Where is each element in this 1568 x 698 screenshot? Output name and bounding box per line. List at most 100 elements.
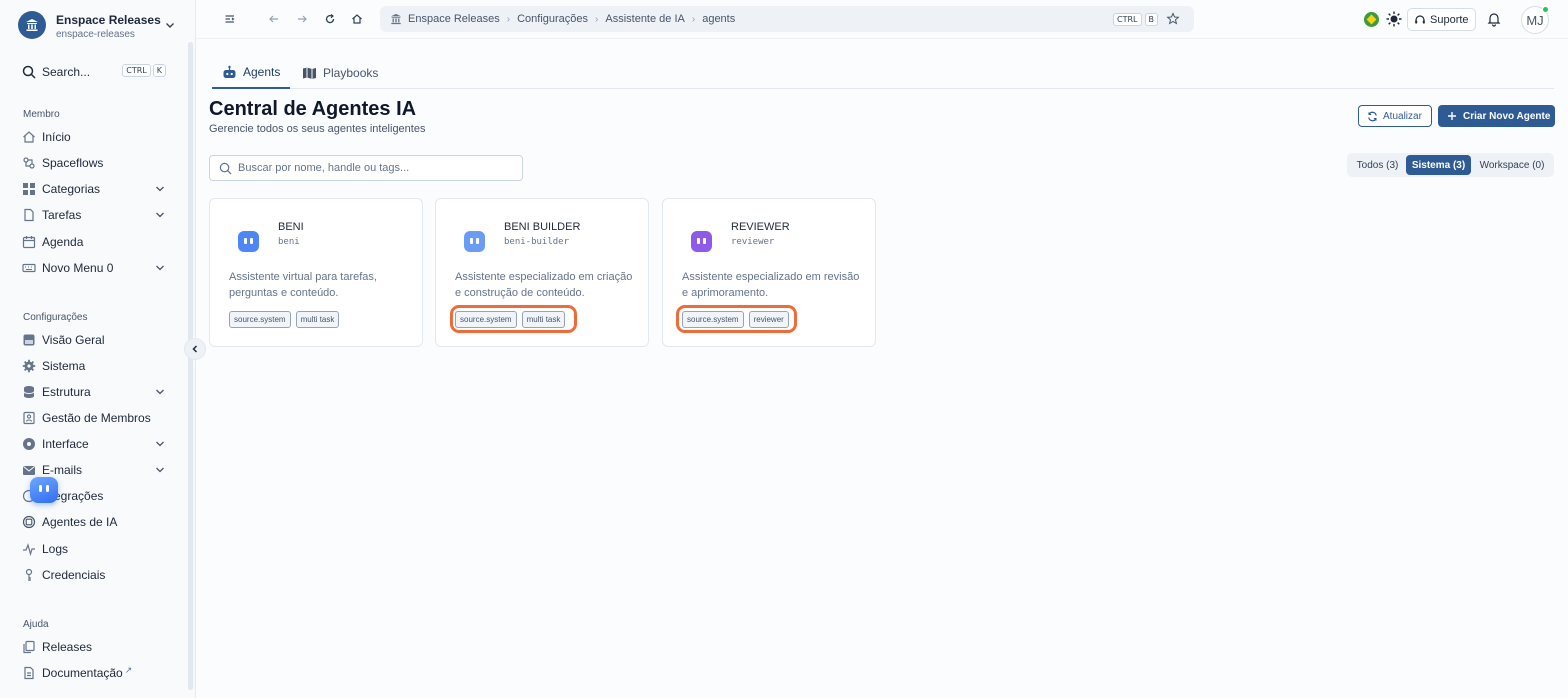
tag-badge: multi task [521, 311, 566, 328]
agent-card-beni[interactable]: BENI beni Assistente virtual para tarefa… [209, 198, 423, 347]
sidebar-item-releases[interactable]: Releases [22, 636, 166, 658]
tag-badge: source.system [455, 311, 517, 328]
language-flag-icon[interactable] [1364, 12, 1379, 27]
sidebar-item-label: Documentação [42, 666, 123, 680]
plus-icon [1448, 112, 1456, 120]
tab-playbooks[interactable]: Playbooks [292, 56, 388, 89]
tab-agents[interactable]: Agents [212, 56, 291, 89]
sidebar-scrollbar[interactable] [188, 42, 193, 690]
agent-search-field[interactable] [209, 155, 523, 181]
sidebar-item-label: Estrutura [42, 385, 91, 399]
breadcrumb-item[interactable]: Configurações [517, 13, 588, 25]
agent-tags: source.system multi task [455, 311, 566, 328]
kbd-key: B [1144, 13, 1158, 26]
sidebar-item-label: Novo Menu 0 [42, 261, 114, 275]
sidebar-item-visao-geral[interactable]: Visão Geral [22, 329, 166, 351]
search-icon [219, 162, 232, 174]
bell-icon[interactable] [1486, 11, 1502, 27]
chevron-down-icon [156, 441, 164, 447]
chevron-down-icon [156, 212, 164, 218]
sidebar-item-inicio[interactable]: Início [22, 126, 166, 148]
workspace-handle: enspace-releases [56, 29, 135, 40]
sidebar-item-gestao-membros[interactable]: Gestão de Membros [22, 407, 166, 429]
refresh-icon [1368, 111, 1377, 121]
star-icon[interactable] [1166, 12, 1180, 26]
back-arrow-icon[interactable] [266, 11, 282, 27]
home-icon [22, 130, 36, 144]
members-icon [22, 411, 36, 425]
sun-icon[interactable] [1386, 11, 1402, 27]
flow-icon [22, 156, 36, 170]
agent-filter-segmented: Todos (3) Sistema (3) Workspace (0) [1347, 153, 1554, 177]
grid-icon [22, 182, 36, 196]
sidebar-item-agentes-ia[interactable]: Agentes de IA [22, 511, 166, 533]
agent-card-reviewer[interactable]: REVIEWER reviewer Assistente especializa… [662, 198, 876, 347]
sidebar-item-estrutura[interactable]: Estrutura [22, 381, 166, 403]
robot-icon [223, 65, 236, 78]
filter-sistema[interactable]: Sistema (3) [1406, 155, 1471, 175]
sidebar-item-label: Agenda [42, 235, 84, 249]
chevron-down-icon [156, 186, 164, 192]
breadcrumb-item[interactable]: Assistente de IA [605, 13, 685, 25]
section-title-member: Membro [23, 109, 60, 120]
tab-bar: Agents Playbooks [212, 56, 1554, 89]
agent-bot-icon [464, 231, 485, 252]
workspace-switcher[interactable]: Enspace Releases enspace-releases [18, 10, 180, 42]
agent-card-beni-builder[interactable]: BENI BUILDER beni-builder Assistente esp… [435, 198, 649, 347]
headset-icon [1415, 14, 1425, 23]
workspace-name: Enspace Releases [56, 13, 161, 27]
agent-description: Assistente especializado em revisão e ap… [682, 271, 860, 299]
sidebar-item-label: E-mails [42, 463, 83, 477]
page-subtitle: Gerencie todos os seus agentes inteligen… [209, 123, 426, 135]
sidebar-item-sistema[interactable]: Sistema [22, 355, 166, 377]
agent-name: BENI [278, 221, 304, 233]
chip-icon [22, 515, 36, 529]
section-title-help: Ajuda [23, 619, 49, 630]
sidebar-item-interface[interactable]: Interface [22, 433, 166, 455]
home-icon[interactable] [349, 11, 365, 27]
sidebar-item-novo-menu[interactable]: Novo Menu 0 [22, 257, 166, 279]
floating-assistant-button[interactable] [30, 477, 58, 503]
collapse-sidebar-button[interactable] [184, 338, 206, 360]
kbd-key: K [152, 64, 166, 77]
breadcrumb-separator-icon: › [595, 13, 599, 25]
sidebar-item-tarefas[interactable]: Tarefas [22, 204, 166, 226]
sidebar-item-categorias[interactable]: Categorias [22, 178, 166, 200]
agent-name: REVIEWER [731, 221, 790, 233]
filter-todos[interactable]: Todos (3) [1351, 155, 1404, 175]
document-icon [22, 208, 36, 222]
sidebar-item-label: Gestão de Membros [42, 411, 151, 425]
agent-search-input[interactable] [238, 162, 508, 174]
sidebar-item-documentacao[interactable]: Documentação ↗ [22, 662, 166, 684]
sidebar-item-logs[interactable]: Logs [22, 538, 166, 560]
filter-workspace[interactable]: Workspace (0) [1473, 155, 1551, 175]
agent-description: Assistente virtual para tarefas, pergunt… [229, 271, 377, 299]
sidebar-item-agenda[interactable]: Agenda [22, 231, 166, 253]
sidebar-toggle-icon[interactable] [222, 11, 238, 27]
agent-handle: beni-builder [504, 237, 570, 247]
breadcrumb-item[interactable]: agents [702, 13, 735, 25]
search-label: Search... [42, 65, 91, 79]
agent-description: Assistente especializado em criação e co… [455, 271, 633, 299]
sidebar-item-label: Releases [42, 640, 93, 654]
sidebar-search[interactable]: Search... CTRL K [22, 62, 168, 82]
sidebar-item-spaceflows[interactable]: Spaceflows [22, 152, 166, 174]
tag-badge: multi task [295, 311, 340, 328]
breadcrumb-item[interactable]: Enspace Releases [408, 13, 500, 25]
refresh-button[interactable]: Atualizar [1358, 105, 1432, 127]
agent-bot-icon [238, 231, 259, 252]
breadcrumb-separator-icon: › [691, 13, 696, 25]
reload-icon[interactable] [322, 11, 338, 27]
breadcrumb-separator-icon: › [506, 13, 511, 25]
create-agent-button[interactable]: Criar Novo Agente [1438, 105, 1555, 127]
chevron-down-icon [156, 389, 164, 395]
search-shortcut: CTRL K [122, 64, 166, 77]
sidebar-item-label: Credenciais [42, 568, 106, 582]
create-label: Criar Novo Agente [1463, 110, 1551, 122]
forward-arrow-icon[interactable] [294, 11, 310, 27]
sidebar-item-label: Agentes de IA [42, 515, 118, 529]
mail-icon [22, 463, 36, 477]
sidebar-item-credenciais[interactable]: Credenciais [22, 564, 166, 586]
support-button[interactable]: Suporte [1407, 8, 1476, 31]
sidebar: Enspace Releases enspace-releases Search… [0, 0, 196, 698]
